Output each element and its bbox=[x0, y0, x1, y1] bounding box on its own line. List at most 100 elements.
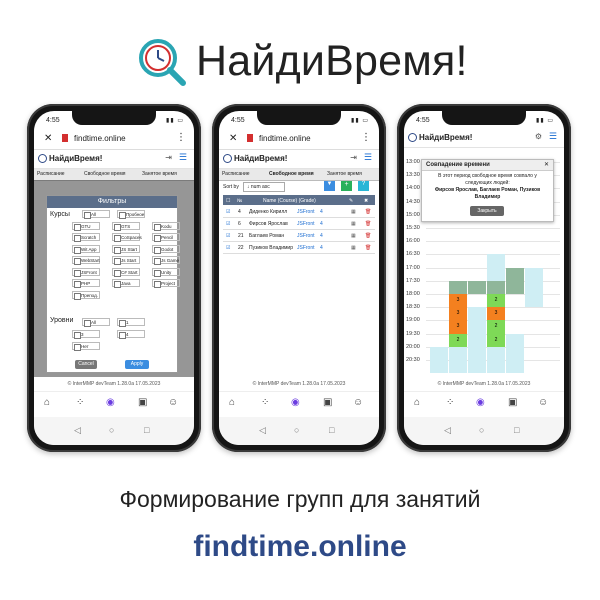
url-text[interactable]: findtime.online bbox=[259, 134, 311, 143]
overlap-cell[interactable]: 2 bbox=[449, 333, 467, 347]
table-row[interactable]: ☑ 21 Баглаев Роман JSFront 4 ▦ 🗑 bbox=[223, 230, 375, 242]
overlap-cell[interactable]: 3 bbox=[487, 307, 505, 321]
assistant-icon[interactable]: ◉ bbox=[291, 397, 300, 408]
home-circle-icon[interactable]: ○ bbox=[294, 425, 299, 435]
login-icon[interactable]: ⇥ bbox=[165, 153, 172, 162]
busy-block[interactable] bbox=[487, 280, 505, 294]
free-time-block[interactable] bbox=[506, 333, 524, 374]
back-icon[interactable]: ◁ bbox=[74, 425, 81, 436]
tab-busy-time[interactable]: Занятое время bbox=[327, 171, 362, 177]
avatar-icon[interactable]: ☺ bbox=[538, 397, 548, 408]
free-time-block[interactable] bbox=[430, 346, 448, 374]
row-checkbox[interactable]: ☑ bbox=[226, 245, 230, 251]
course-checkbox[interactable]: Пробное bbox=[117, 210, 145, 219]
url-text[interactable]: findtime.online bbox=[74, 134, 126, 143]
course-checkbox[interactable]: JSFront bbox=[72, 267, 100, 277]
course-checkbox[interactable]: PHP bbox=[72, 279, 100, 288]
avatar-icon[interactable]: ☺ bbox=[353, 397, 363, 408]
user-settings-icon[interactable]: ⚙ bbox=[535, 132, 542, 141]
add-icon[interactable]: + bbox=[341, 181, 352, 191]
tab-busy-time[interactable]: Занятое время bbox=[142, 171, 177, 177]
apps-grid-icon[interactable]: ⁘ bbox=[76, 397, 84, 408]
overlap-cell[interactable]: 2 bbox=[487, 294, 505, 308]
busy-block[interactable] bbox=[506, 267, 524, 294]
busy-block[interactable] bbox=[468, 280, 486, 294]
home-circle-icon[interactable]: ○ bbox=[109, 425, 114, 435]
recent-icon[interactable]: □ bbox=[144, 425, 149, 435]
course-checkbox[interactable]: Wit App bbox=[72, 244, 100, 254]
recent-icon[interactable]: □ bbox=[514, 425, 519, 435]
bookmark-icon[interactable] bbox=[62, 134, 68, 142]
back-icon[interactable]: ◁ bbox=[444, 425, 451, 436]
sort-select[interactable]: ↓ num asc bbox=[243, 182, 285, 192]
table-row[interactable]: ☑ 4 Диденко Кирилл JSFront 4 ▦ 🗑 bbox=[223, 206, 375, 218]
dialog-close-icon[interactable]: ✕ bbox=[544, 161, 549, 168]
course-checkbox[interactable]: All bbox=[82, 210, 110, 219]
bookmark-icon[interactable] bbox=[247, 134, 253, 142]
hamburger-icon[interactable]: ☰ bbox=[179, 152, 187, 163]
calendar-icon[interactable]: ▦ bbox=[351, 233, 356, 239]
help-icon[interactable]: ? bbox=[358, 181, 369, 191]
apps-grid-icon[interactable]: ⁘ bbox=[446, 397, 454, 408]
table-row[interactable]: ☑ 22 Пузиков Владимир JSFront 4 ▦ 🗑 bbox=[223, 242, 375, 254]
apps-grid-icon[interactable]: ⁘ bbox=[261, 397, 269, 408]
course-checkbox[interactable]: Godot bbox=[152, 244, 180, 254]
select-all-checkbox[interactable]: ☐ bbox=[226, 198, 230, 204]
tabs-count-icon[interactable]: ▣ bbox=[323, 397, 332, 408]
course-checkbox[interactable]: CoSpaces bbox=[112, 233, 142, 242]
level-checkbox[interactable]: 1 bbox=[117, 318, 145, 327]
tab-free-time[interactable]: Свободное время bbox=[84, 171, 126, 177]
overlap-cell[interactable]: 3 bbox=[449, 307, 467, 321]
calendar-icon[interactable]: ▦ bbox=[351, 221, 356, 227]
overlap-cell[interactable]: 3 bbox=[449, 294, 467, 308]
row-checkbox[interactable]: ☑ bbox=[226, 233, 230, 239]
tab-free-time[interactable]: Свободное время bbox=[269, 171, 314, 177]
home-icon[interactable]: ⌂ bbox=[44, 397, 50, 408]
tabs-count-icon[interactable]: ▣ bbox=[138, 397, 147, 408]
hamburger-icon[interactable]: ☰ bbox=[364, 152, 372, 163]
delete-icon[interactable]: 🗑 bbox=[365, 233, 371, 239]
assistant-icon[interactable]: ◉ bbox=[476, 397, 485, 408]
close-icon[interactable]: ✕ bbox=[44, 133, 52, 144]
level-checkbox[interactable]: 3 bbox=[72, 330, 100, 339]
apply-button[interactable]: Apply bbox=[125, 360, 149, 369]
filter-icon[interactable]: ▼ bbox=[324, 181, 335, 191]
recent-icon[interactable]: □ bbox=[329, 425, 334, 435]
course-checkbox[interactable]: GTS bbox=[112, 221, 140, 231]
free-time-block[interactable] bbox=[468, 307, 486, 374]
menu-dots-icon[interactable]: ⋮ bbox=[176, 132, 186, 143]
tab-schedule[interactable]: Расписание bbox=[37, 171, 65, 177]
course-checkbox[interactable]: Js Game bbox=[152, 256, 180, 265]
course-checkbox[interactable]: WebStart bbox=[72, 256, 100, 265]
course-checkbox[interactable]: C# Start bbox=[112, 267, 140, 277]
course-checkbox[interactable]: Java bbox=[112, 279, 140, 288]
tab-schedule[interactable]: Расписание bbox=[222, 171, 250, 177]
home-icon[interactable]: ⌂ bbox=[414, 397, 420, 408]
delete-icon[interactable]: 🗑 bbox=[365, 245, 371, 251]
level-checkbox[interactable]: All bbox=[82, 318, 110, 327]
tabs-count-icon[interactable]: ▣ bbox=[508, 397, 517, 408]
course-checkbox[interactable]: Pencil bbox=[152, 233, 180, 242]
course-checkbox[interactable]: Project bbox=[152, 279, 180, 288]
avatar-icon[interactable]: ☺ bbox=[168, 397, 178, 408]
home-icon[interactable]: ⌂ bbox=[229, 397, 235, 408]
cancel-button[interactable]: Cancel bbox=[75, 360, 97, 369]
course-checkbox[interactable]: JS Start bbox=[112, 244, 140, 254]
overlap-cell[interactable]: 2 bbox=[487, 320, 505, 334]
row-checkbox[interactable]: ☑ bbox=[226, 209, 230, 215]
hamburger-icon[interactable]: ☰ bbox=[549, 131, 557, 142]
delete-icon[interactable]: 🗑 bbox=[365, 209, 371, 215]
free-time-block[interactable] bbox=[525, 267, 543, 308]
calendar-icon[interactable]: ▦ bbox=[351, 245, 356, 251]
course-checkbox[interactable]: GTU bbox=[72, 221, 100, 231]
overlap-cell[interactable]: 2 bbox=[487, 333, 505, 347]
course-checkbox[interactable]: Scratch bbox=[72, 233, 100, 242]
course-checkbox[interactable]: Kodu bbox=[152, 221, 180, 231]
dialog-close-button[interactable]: Закрыть bbox=[470, 206, 504, 216]
site-name[interactable]: findtime.online bbox=[0, 530, 600, 564]
menu-dots-icon[interactable]: ⋮ bbox=[361, 132, 371, 143]
busy-block[interactable] bbox=[449, 280, 467, 294]
level-checkbox[interactable]: Нет bbox=[72, 342, 100, 351]
assistant-icon[interactable]: ◉ bbox=[106, 397, 115, 408]
overlap-cell[interactable]: 3 bbox=[449, 320, 467, 334]
